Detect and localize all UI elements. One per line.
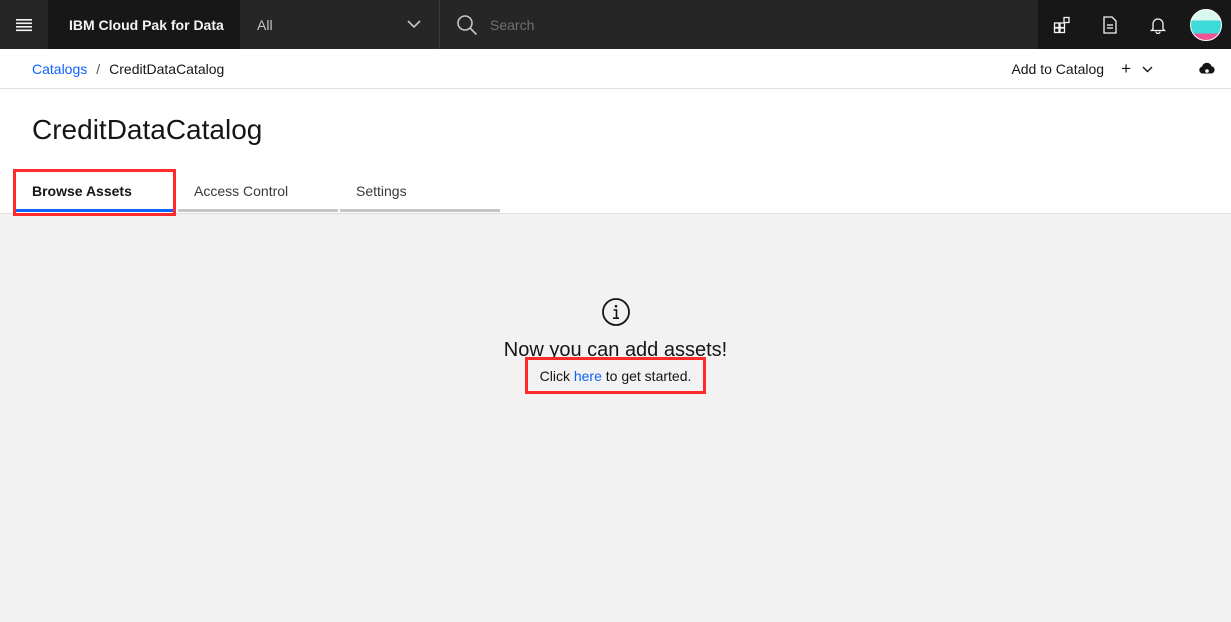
avatar-image [1190, 8, 1222, 41]
assets-content-area: Now you can add assets! Click here to ge… [0, 213, 1231, 622]
breadcrumb-separator: / [96, 60, 101, 77]
tab-access-control[interactable]: Access Control [178, 172, 338, 212]
top-header: IBM Cloud Pak for Data All Search [0, 0, 1231, 49]
add-to-catalog-button[interactable]: Add to Catalog + [1011, 59, 1153, 79]
breadcrumb-catalogs-link[interactable]: Catalogs [32, 61, 87, 77]
chevron-down-icon [407, 20, 421, 29]
breadcrumb: Catalogs / CreditDataCatalog Add to Cata… [0, 49, 1231, 89]
cloud-button[interactable] [1183, 61, 1231, 77]
empty-state: Now you can add assets! Click here to ge… [0, 297, 1231, 384]
add-to-catalog-label: Add to Catalog [1011, 61, 1105, 77]
empty-state-heading: Now you can add assets! [503, 339, 728, 361]
tab-settings[interactable]: Settings [340, 172, 500, 212]
empty-state-text-after: to get started. [601, 368, 692, 384]
empty-state-text-before: Click [539, 368, 574, 384]
get-started-link[interactable]: here [574, 368, 602, 384]
menu-icon [16, 18, 32, 31]
tab-list: Browse Assets Access Control Settings [16, 172, 502, 212]
scope-dropdown[interactable]: All [240, 0, 440, 49]
page-title: CreditDataCatalog [32, 114, 263, 145]
notifications-button[interactable] [1134, 0, 1182, 49]
product-name[interactable]: IBM Cloud Pak for Data [48, 0, 240, 49]
menu-button[interactable] [0, 0, 48, 49]
apps-button[interactable] [1038, 0, 1086, 49]
document-button[interactable] [1086, 0, 1134, 49]
avatar[interactable] [1182, 0, 1230, 49]
search-bar[interactable]: Search [440, 0, 1038, 49]
breadcrumb-current: CreditDataCatalog [109, 60, 225, 77]
document-icon [1103, 15, 1117, 34]
empty-state-message: Click here to get started. [540, 368, 692, 384]
scope-value: All [257, 16, 273, 33]
tab-browse-assets[interactable]: Browse Assets [16, 172, 176, 212]
apps-icon [1053, 16, 1070, 33]
chevron-down-icon [1142, 66, 1153, 72]
add-icon: + [1121, 59, 1131, 78]
cloud-icon [1199, 62, 1215, 74]
search-input[interactable]: Search [490, 17, 534, 33]
search-icon [457, 14, 478, 35]
info-icon [601, 298, 630, 326]
notification-icon [1149, 17, 1167, 34]
